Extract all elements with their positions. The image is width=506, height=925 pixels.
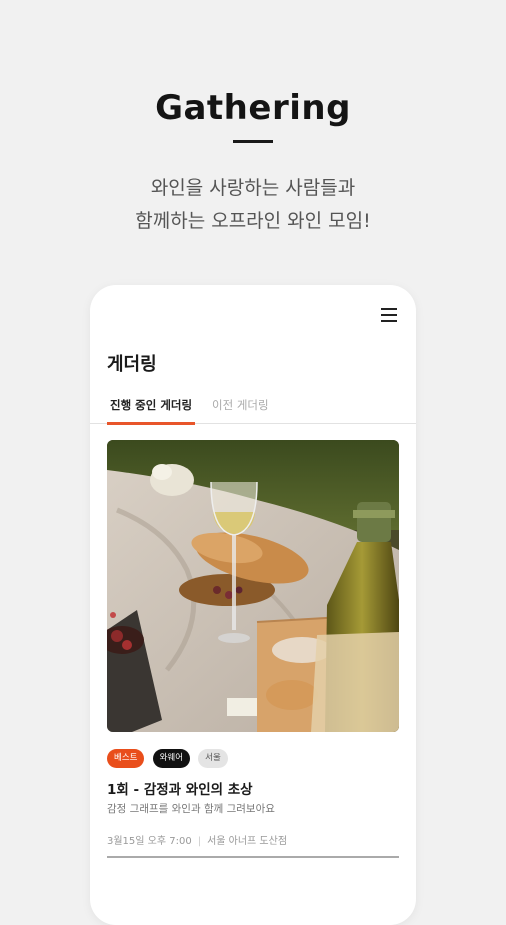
tag-brand: 와웨어 (152, 749, 191, 768)
event-description: 감정 그래프를 와인과 함께 그려보아요 (107, 803, 275, 815)
event-date: 3월15일 오후 7:00 (107, 836, 192, 847)
card-bottom-divider (107, 856, 399, 858)
tagline-line-2: 함께하는 오프라인 와인 모임! (135, 210, 371, 232)
headline: Gathering (155, 88, 351, 128)
tagline-line-1: 와인을 사랑하는 사람들과 (150, 177, 356, 199)
event-title[interactable]: 1회 - 감정과 와인의 초상 (107, 778, 253, 798)
tab-ongoing-gathering[interactable]: 진행 중인 게더링 (110, 397, 192, 413)
tag-region: 서울 (198, 749, 228, 768)
event-meta: 3월15일 오후 7:00 | 서울 아너프 도산점 (107, 832, 287, 847)
page-title: 게더링 (107, 354, 157, 375)
event-location: 서울 아너프 도산점 (207, 836, 288, 847)
event-photo[interactable] (107, 440, 399, 732)
tab-past-gathering[interactable]: 이전 게더링 (212, 397, 269, 413)
active-tab-indicator (107, 422, 195, 425)
tab-bar: 진행 중인 게더링 이전 게더링 (90, 391, 416, 425)
event-tags: 베스트 와웨어 서울 (107, 745, 231, 768)
hamburger-menu-icon[interactable] (381, 308, 397, 322)
meta-separator: | (197, 836, 202, 847)
tagline: 와인을 사랑하는 사람들과 함께하는 오프라인 와인 모임! (0, 172, 506, 238)
phone-screen: 게더링 진행 중인 게더링 이전 게더링 베스트 와웨어 서울 1회 - 감정과… (90, 285, 416, 925)
headline-divider (233, 140, 273, 143)
tag-best: 베스트 (107, 749, 145, 768)
